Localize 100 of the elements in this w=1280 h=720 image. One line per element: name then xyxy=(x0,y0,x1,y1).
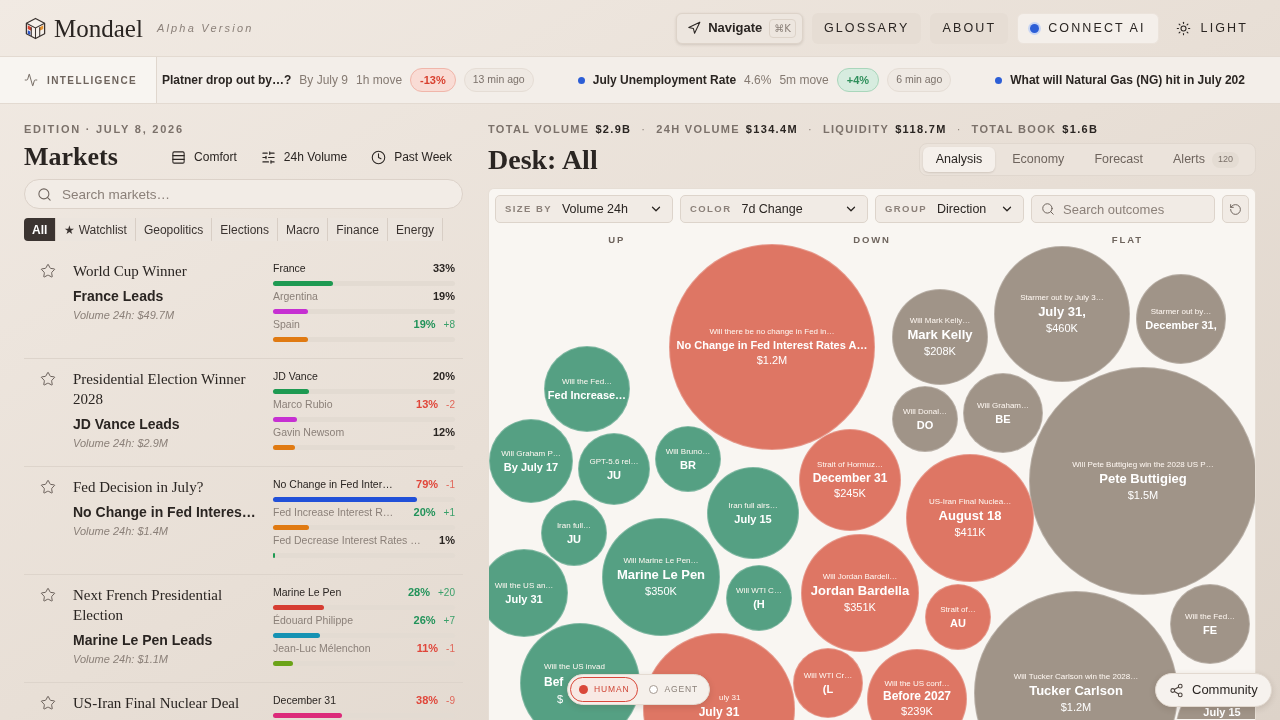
navigate-button[interactable]: Navigate ⌘K xyxy=(676,12,803,44)
dropdown-select[interactable]: GROUP Direction xyxy=(875,195,1024,223)
bubble-question: Will Mark Kelly… xyxy=(909,316,971,327)
outcome-name: Fed Increase Interest R… xyxy=(273,504,394,520)
market-title: Fed Decision in July? xyxy=(73,478,204,497)
market-bubble[interactable]: Will Donal… DO xyxy=(892,386,958,452)
mode-toggle-option[interactable]: HUMAN xyxy=(570,677,639,702)
desk-tab[interactable]: Forecast xyxy=(1081,147,1156,172)
star-icon[interactable] xyxy=(40,371,56,387)
nav-link-button[interactable]: CONNECT AI xyxy=(1017,12,1159,44)
market-volume: Volume 24h: $2.9M xyxy=(73,436,168,450)
bubble-question: Will WTI C… xyxy=(736,585,782,596)
reset-icon xyxy=(1229,202,1242,216)
market-title: World Cup Winner xyxy=(73,262,187,281)
stat-separator: · xyxy=(641,123,647,135)
reset-button[interactable] xyxy=(1222,195,1249,223)
community-button[interactable]: Community xyxy=(1155,673,1272,707)
bubble-label: July 31 xyxy=(505,592,543,606)
market-bubble[interactable]: Iran full airs… July 15 xyxy=(707,467,799,559)
group-label: UP xyxy=(608,235,626,245)
filter-tab[interactable]: Energy xyxy=(388,218,444,241)
star-icon[interactable] xyxy=(40,479,56,495)
search-bar[interactable]: Search markets… xyxy=(24,179,463,209)
search-bar[interactable]: Search outcomes xyxy=(1031,195,1215,223)
market-bubble[interactable]: Will Jordan Bardell… Jordan Bardella $351K xyxy=(801,534,919,652)
market-bubble[interactable]: Will WTI C… (H xyxy=(726,565,792,631)
outcome-percent: 20% xyxy=(413,505,436,521)
bubble-question: Will Marine Le Pen… xyxy=(623,556,699,567)
market-bubble[interactable]: July 15 xyxy=(1176,707,1255,719)
desk-tab[interactable]: Alerts 120 xyxy=(1160,147,1252,172)
market-bubble[interactable]: Will Pete Buttigieg win the 2028 US P… Pete Buttigieg $1.5M xyxy=(1029,367,1255,595)
market-bubble[interactable]: Will Graham P… By July 17 xyxy=(489,419,573,503)
ticker-move-window: 1h move xyxy=(356,71,403,89)
market-bubble[interactable]: US-Iran Final Nuclea… August 18 $411K xyxy=(906,454,1034,582)
stat-value: $134.4M xyxy=(745,123,798,135)
desk-tab[interactable]: Analysis xyxy=(922,147,996,172)
bubble-question: US-Iran Final Nuclea… xyxy=(928,497,1012,508)
star-icon[interactable] xyxy=(40,587,56,603)
bubble-question: Will Tucker Carlson win the 2028… xyxy=(1013,672,1139,683)
outcome-change: -1 xyxy=(446,478,455,492)
market-bubble[interactable]: Will Mark Kelly… Mark Kelly $208K xyxy=(892,289,988,385)
outcome-name: Jean-Luc Mélenchon xyxy=(273,640,371,656)
market-bubble[interactable]: Starmer out by July 3… July 31, $460K xyxy=(994,246,1130,382)
bubble-label: Fed Increase… xyxy=(547,388,627,402)
navigation-arrow-icon xyxy=(687,21,702,35)
nav-link-button[interactable]: ABOUT xyxy=(930,12,1009,44)
market-title: US-Iran Final Nuclear Deal xyxy=(73,694,240,713)
search-icon xyxy=(1041,202,1055,216)
bubble-value: $411K xyxy=(954,525,986,539)
market-leader: No Change in Fed Interes… xyxy=(73,503,256,521)
market-bubble[interactable]: Starmer out by… December 31, xyxy=(1136,274,1226,364)
market-bubble[interactable]: Strait of… AU xyxy=(925,584,991,650)
bubble-label: JU xyxy=(566,532,582,546)
bubble-value: $245K xyxy=(834,487,866,501)
market-bubble[interactable]: Will Graham… BE xyxy=(963,373,1043,453)
bubble-question: Starmer out by… xyxy=(1150,306,1212,317)
view-option-button[interactable]: Comfort xyxy=(171,148,237,166)
market-bubble[interactable]: Will Marine Le Pen… Marine Le Pen $350K xyxy=(602,518,720,636)
dropdown-select[interactable]: SIZE BY Volume 24h xyxy=(495,195,673,223)
outcome-percent: 28% xyxy=(408,585,431,601)
bubble-question: Will Graham P… xyxy=(501,448,561,459)
ticker-detail: By July 9 xyxy=(299,72,349,89)
market-bubble[interactable]: Will there be no change in Fed in… No Change in Fed Interest Rates A… $1.2M xyxy=(669,244,875,450)
share-icon xyxy=(1169,682,1184,698)
bubble-value: $1.2M xyxy=(1060,700,1092,714)
star-icon[interactable] xyxy=(40,263,56,279)
group-label: DOWN xyxy=(853,235,891,245)
search-input[interactable]: Search outcomes xyxy=(1063,196,1205,222)
market-bubble[interactable]: Will Tucker Carlson win the 2028… Tucker Carlson $1.2M xyxy=(974,591,1178,720)
search-input[interactable]: Search markets… xyxy=(62,180,450,208)
dropdown-select[interactable]: COLOR 7d Change xyxy=(680,195,868,223)
bubble-value: $208K xyxy=(924,344,956,358)
mode-toggle-option[interactable]: AGENT xyxy=(640,677,707,702)
market-bubble[interactable]: Will Bruno… BR xyxy=(655,426,721,492)
market-bubble[interactable]: Strait of Hormuz… December 31 $245K xyxy=(799,429,901,531)
filter-tab[interactable]: All xyxy=(24,218,57,241)
market-bubble[interactable]: Will the US conf… Before 2027 $239K xyxy=(867,649,967,720)
star-icon[interactable] xyxy=(40,695,56,711)
outcome-name: Argentina xyxy=(273,288,318,304)
nav-link-button[interactable]: GLOSSARY xyxy=(811,12,922,44)
stat-value: $2.9B xyxy=(595,123,632,135)
market-bubble[interactable]: GPT-5.6 rel… JU xyxy=(578,433,650,505)
market-bubble[interactable]: Will WTI Cr… (L xyxy=(793,648,863,718)
shortcut-key: ⌘K xyxy=(769,18,796,38)
market-bubble[interactable]: Will the US an… July 31 xyxy=(489,549,568,637)
bubble-label: DO xyxy=(916,418,934,432)
theme-toggle-button[interactable]: LIGHT xyxy=(1167,12,1256,44)
bubble-label: July 15 xyxy=(734,512,772,526)
view-option-button[interactable]: Past Week xyxy=(371,148,452,166)
market-bubble[interactable]: Will the Fed… Fed Increase… xyxy=(544,346,630,432)
view-option-button[interactable]: 24h Volume xyxy=(260,148,348,166)
outcome-name: Gavin Newsom xyxy=(273,424,345,440)
market-bubble[interactable]: Will the Fed… FE xyxy=(1170,584,1250,664)
bubble-question: Will Donal… xyxy=(903,406,947,417)
desk-tab[interactable]: Economy xyxy=(999,147,1078,172)
stat-label: LIQUIDITY xyxy=(822,123,890,135)
market-bubble[interactable]: Iran full… JU xyxy=(541,500,607,566)
outcome-percent: 12% xyxy=(432,425,455,441)
outcome-change: -1 xyxy=(446,642,455,656)
outcome-percent: 38% xyxy=(416,693,439,709)
